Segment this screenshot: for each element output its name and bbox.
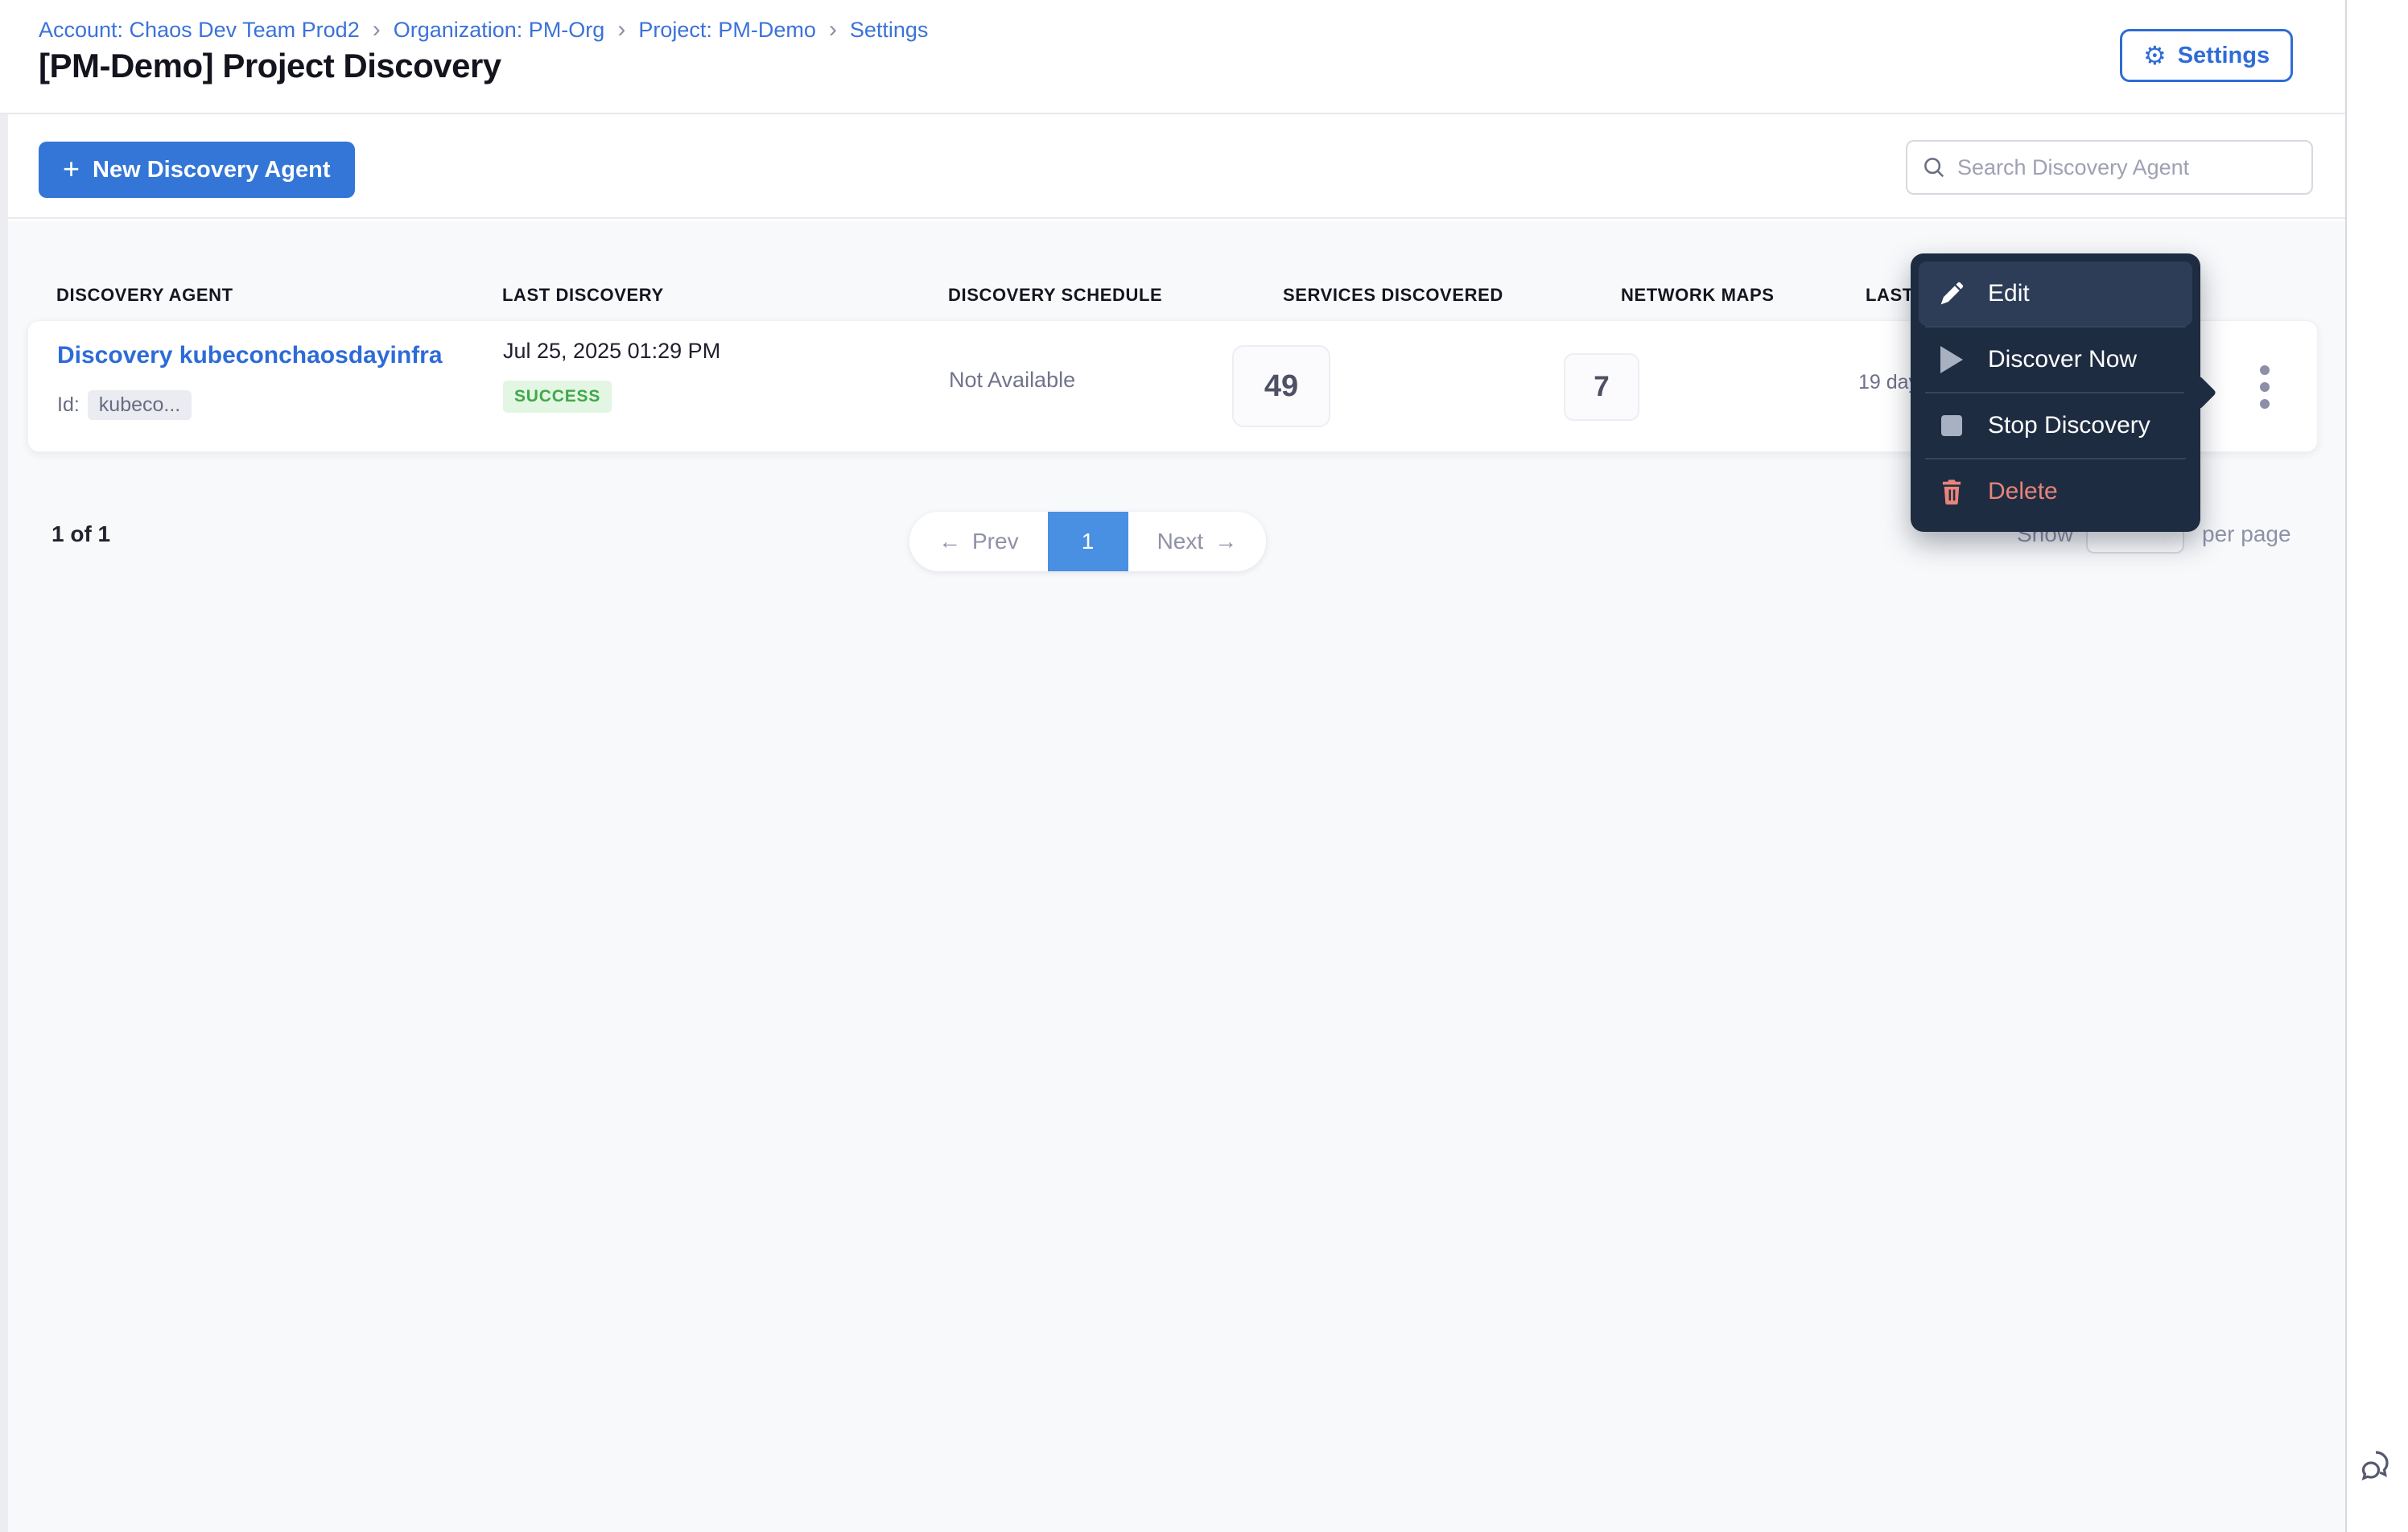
breadcrumb-settings-link[interactable]: Settings [850, 18, 929, 43]
agent-id-value: kubeco... [87, 390, 192, 420]
left-edge-strip [0, 114, 8, 1532]
pagination-control: ← Prev 1 Next → [909, 512, 1267, 571]
menu-item-discover-now-label: Discover Now [1988, 346, 2138, 373]
page-header: Account: Chaos Dev Team Prod2 › Organiza… [0, 0, 2345, 114]
breadcrumb-account-link[interactable]: Account: Chaos Dev Team Prod2 [39, 18, 360, 43]
row-actions-context-menu: Edit Discover Now Stop Discovery Delete [1911, 253, 2217, 532]
services-discovered-count[interactable]: 49 [1232, 345, 1330, 427]
menu-item-delete-label: Delete [1988, 478, 2058, 504]
search-icon [1924, 158, 1944, 178]
prev-page-label: Prev [972, 529, 1019, 554]
menu-item-discover-now[interactable]: Discover Now [1919, 327, 2192, 392]
column-header-network-maps: NETWORK MAPS [1621, 285, 1775, 305]
search-box [1906, 140, 2313, 195]
settings-button[interactable]: ⚙ Settings [2120, 29, 2294, 82]
right-gutter [2345, 0, 2408, 1532]
agent-id-label: Id: [57, 393, 80, 416]
pagination-summary: 1 of 1 [52, 521, 111, 546]
chevron-right-icon: › [828, 16, 837, 43]
chat-bubbles-icon[interactable] [2356, 1443, 2402, 1489]
breadcrumb-project-link[interactable]: Project: PM-Demo [638, 18, 816, 43]
last-value: 19 day [1858, 371, 1919, 393]
new-discovery-agent-button[interactable]: + New Discovery Agent [39, 142, 355, 198]
next-page-button[interactable]: Next → [1128, 512, 1267, 571]
network-maps-count[interactable]: 7 [1564, 353, 1639, 421]
column-header-discovery-schedule: DISCOVERY SCHEDULE [948, 285, 1163, 305]
chevron-right-icon: › [617, 16, 626, 43]
column-header-services-discovered: SERVICES DISCOVERED [1283, 285, 1503, 305]
arrow-right-icon: → [1214, 529, 1238, 554]
per-page-label: per page [2202, 521, 2291, 546]
next-page-label: Next [1157, 529, 1204, 554]
menu-item-edit-label: Edit [1988, 280, 2030, 307]
column-header-discovery-agent: DISCOVERY AGENT [56, 285, 233, 305]
agent-name-link[interactable]: Discovery kubeconchaosdayinfra [57, 342, 443, 369]
arrow-left-icon: ← [938, 529, 961, 554]
search-input[interactable] [1957, 154, 2297, 180]
menu-item-delete[interactable]: Delete [1919, 459, 2192, 524]
column-header-last-discovery: LAST DISCOVERY [502, 285, 664, 305]
row-actions-kebab-menu-button[interactable] [2237, 358, 2293, 416]
current-page-button[interactable]: 1 [1047, 512, 1128, 571]
gear-icon: ⚙ [2143, 41, 2167, 70]
new-discovery-agent-label: New Discovery Agent [93, 156, 331, 183]
discovery-schedule-value: Not Available [949, 368, 1076, 392]
page-title: [PM-Demo] Project Discovery [39, 47, 501, 84]
menu-item-edit[interactable]: Edit [1919, 262, 2192, 326]
chevron-right-icon: › [372, 16, 381, 43]
last-discovery-date: Jul 25, 2025 01:29 PM [503, 339, 721, 363]
menu-item-stop-discovery[interactable]: Stop Discovery [1919, 393, 2192, 458]
column-header-last: LAST [1866, 285, 1914, 305]
menu-item-stop-discovery-label: Stop Discovery [1988, 412, 2150, 439]
prev-page-button[interactable]: ← Prev [909, 512, 1048, 571]
breadcrumb: Account: Chaos Dev Team Prod2 › Organiza… [39, 16, 928, 43]
toolbar: + New Discovery Agent [0, 116, 2345, 219]
settings-button-label: Settings [2177, 42, 2270, 68]
breadcrumb-organization-link[interactable]: Organization: PM-Org [394, 18, 605, 43]
plus-icon: + [63, 151, 80, 185]
status-badge: SUCCESS [503, 381, 612, 413]
pencil-icon [1936, 281, 1967, 307]
agent-id: Id: kubeco... [57, 390, 192, 420]
play-icon [1936, 346, 1967, 373]
stop-icon [1936, 415, 1967, 436]
project-discovery-page: Account: Chaos Dev Team Prod2 › Organiza… [0, 0, 2408, 1532]
trash-icon [1936, 479, 1967, 504]
